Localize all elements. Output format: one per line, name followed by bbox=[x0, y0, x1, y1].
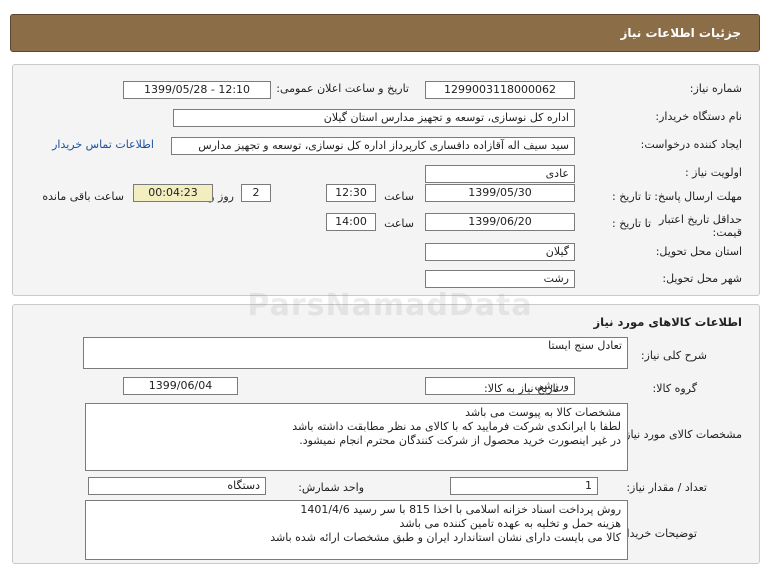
announce-label: تاریخ و ساعت اعلان عمومی: bbox=[276, 82, 409, 95]
creator-label: ایجاد کننده درخواست: bbox=[640, 138, 742, 151]
need-date-label: تاریخ نیاز به کالا: bbox=[484, 382, 559, 395]
notes-label: توضیحات خریدار: bbox=[617, 527, 698, 540]
validity-label: حداقل تاریخ اعتبار قیمت: bbox=[658, 213, 742, 239]
deadline-label: مهلت ارسال پاسخ: bbox=[654, 190, 742, 203]
summary-label: شرح کلی نیاز: bbox=[640, 349, 707, 362]
time-remaining-field: 00:04:23 bbox=[133, 184, 213, 202]
specs-line: مشخصات کالا به پیوست می باشد bbox=[465, 406, 621, 419]
goods-info-panel: اطلاعات کالاهای مورد نیاز شرح کلی نیاز: … bbox=[12, 304, 760, 564]
page-header: جزئیات اطلاعات نیاز bbox=[10, 14, 760, 52]
validity-date-field: 1399/06/20 bbox=[425, 213, 575, 231]
buyer-org-field: اداره کل نوسازی، توسعه و تجهیز مدارس است… bbox=[173, 109, 575, 127]
deadline-time-field: 12:30 bbox=[326, 184, 376, 202]
summary-field: تعادل سنج ایستا bbox=[83, 337, 628, 369]
watermark-logo: ParsNamadData bbox=[247, 288, 533, 323]
city-field: رشت bbox=[425, 270, 575, 288]
validity-time-label: ساعت bbox=[384, 217, 414, 230]
province-label: استان محل تحویل: bbox=[655, 245, 742, 258]
qty-label: تعداد / مقدار نیاز: bbox=[626, 481, 707, 494]
creator-field: سید سیف اله آقازاده دافساری کارپرداز ادا… bbox=[171, 137, 575, 155]
unit-field: دستگاه bbox=[88, 477, 266, 495]
deadline-date-field: 1399/05/30 bbox=[425, 184, 575, 202]
unit-label: واحد شمارش: bbox=[298, 481, 364, 494]
notes-field: روش پرداخت اسناد خزانه اسلامی با اخذا 81… bbox=[85, 500, 628, 560]
buyer-contact-link[interactable]: اطلاعات تماس خریدار bbox=[52, 138, 154, 151]
notes-line: روش پرداخت اسناد خزانه اسلامی با اخذا 81… bbox=[300, 503, 621, 516]
remaining-label: ساعت باقی مانده bbox=[42, 190, 124, 203]
need-info-panel: شماره نیاز: 1299003118000062 تاریخ و ساع… bbox=[12, 64, 760, 296]
qty-field: 1 bbox=[450, 477, 598, 495]
need-number-field: 1299003118000062 bbox=[425, 81, 575, 99]
priority-field: عادی bbox=[425, 165, 575, 183]
province-field: گیلان bbox=[425, 243, 575, 261]
goods-section-title: اطلاعات کالاهای مورد نیاز bbox=[593, 315, 742, 329]
specs-line: در غیر اینصورت خرید محصول از شرکت کنندگا… bbox=[299, 434, 621, 447]
specs-label: مشخصات کالای مورد نیاز: bbox=[621, 428, 742, 441]
need-number-label: شماره نیاز: bbox=[689, 82, 742, 95]
page-title: جزئیات اطلاعات نیاز bbox=[620, 26, 741, 40]
city-label: شهر محل تحویل: bbox=[662, 272, 742, 285]
specs-line: لطفا با ایرانکدی شرکت فرمایید که با کالا… bbox=[292, 420, 621, 433]
group-label: گروه کالا: bbox=[652, 382, 697, 395]
deadline-time-label: ساعت bbox=[384, 190, 414, 203]
buyer-org-label: نام دستگاه خریدار: bbox=[655, 110, 742, 123]
announce-field: 1399/05/28 - 12:10 bbox=[123, 81, 271, 99]
specs-field: مشخصات کالا به پیوست می باشد لطفا با ایر… bbox=[85, 403, 628, 471]
validity-time-field: 14:00 bbox=[326, 213, 376, 231]
notes-line: هزینه حمل و تخلیه به عهده تامین کننده می… bbox=[399, 517, 621, 530]
priority-label: اولویت نیاز : bbox=[684, 166, 742, 179]
need-date-field: 1399/06/04 bbox=[123, 377, 238, 395]
deadline-to-date-label: تا تاریخ : bbox=[612, 190, 651, 203]
validity-to-date-label: تا تاریخ : bbox=[612, 217, 651, 230]
notes-line: کالا می بایست دارای نشان استاندارد ایران… bbox=[270, 531, 621, 544]
days-remaining-field: 2 bbox=[241, 184, 271, 202]
